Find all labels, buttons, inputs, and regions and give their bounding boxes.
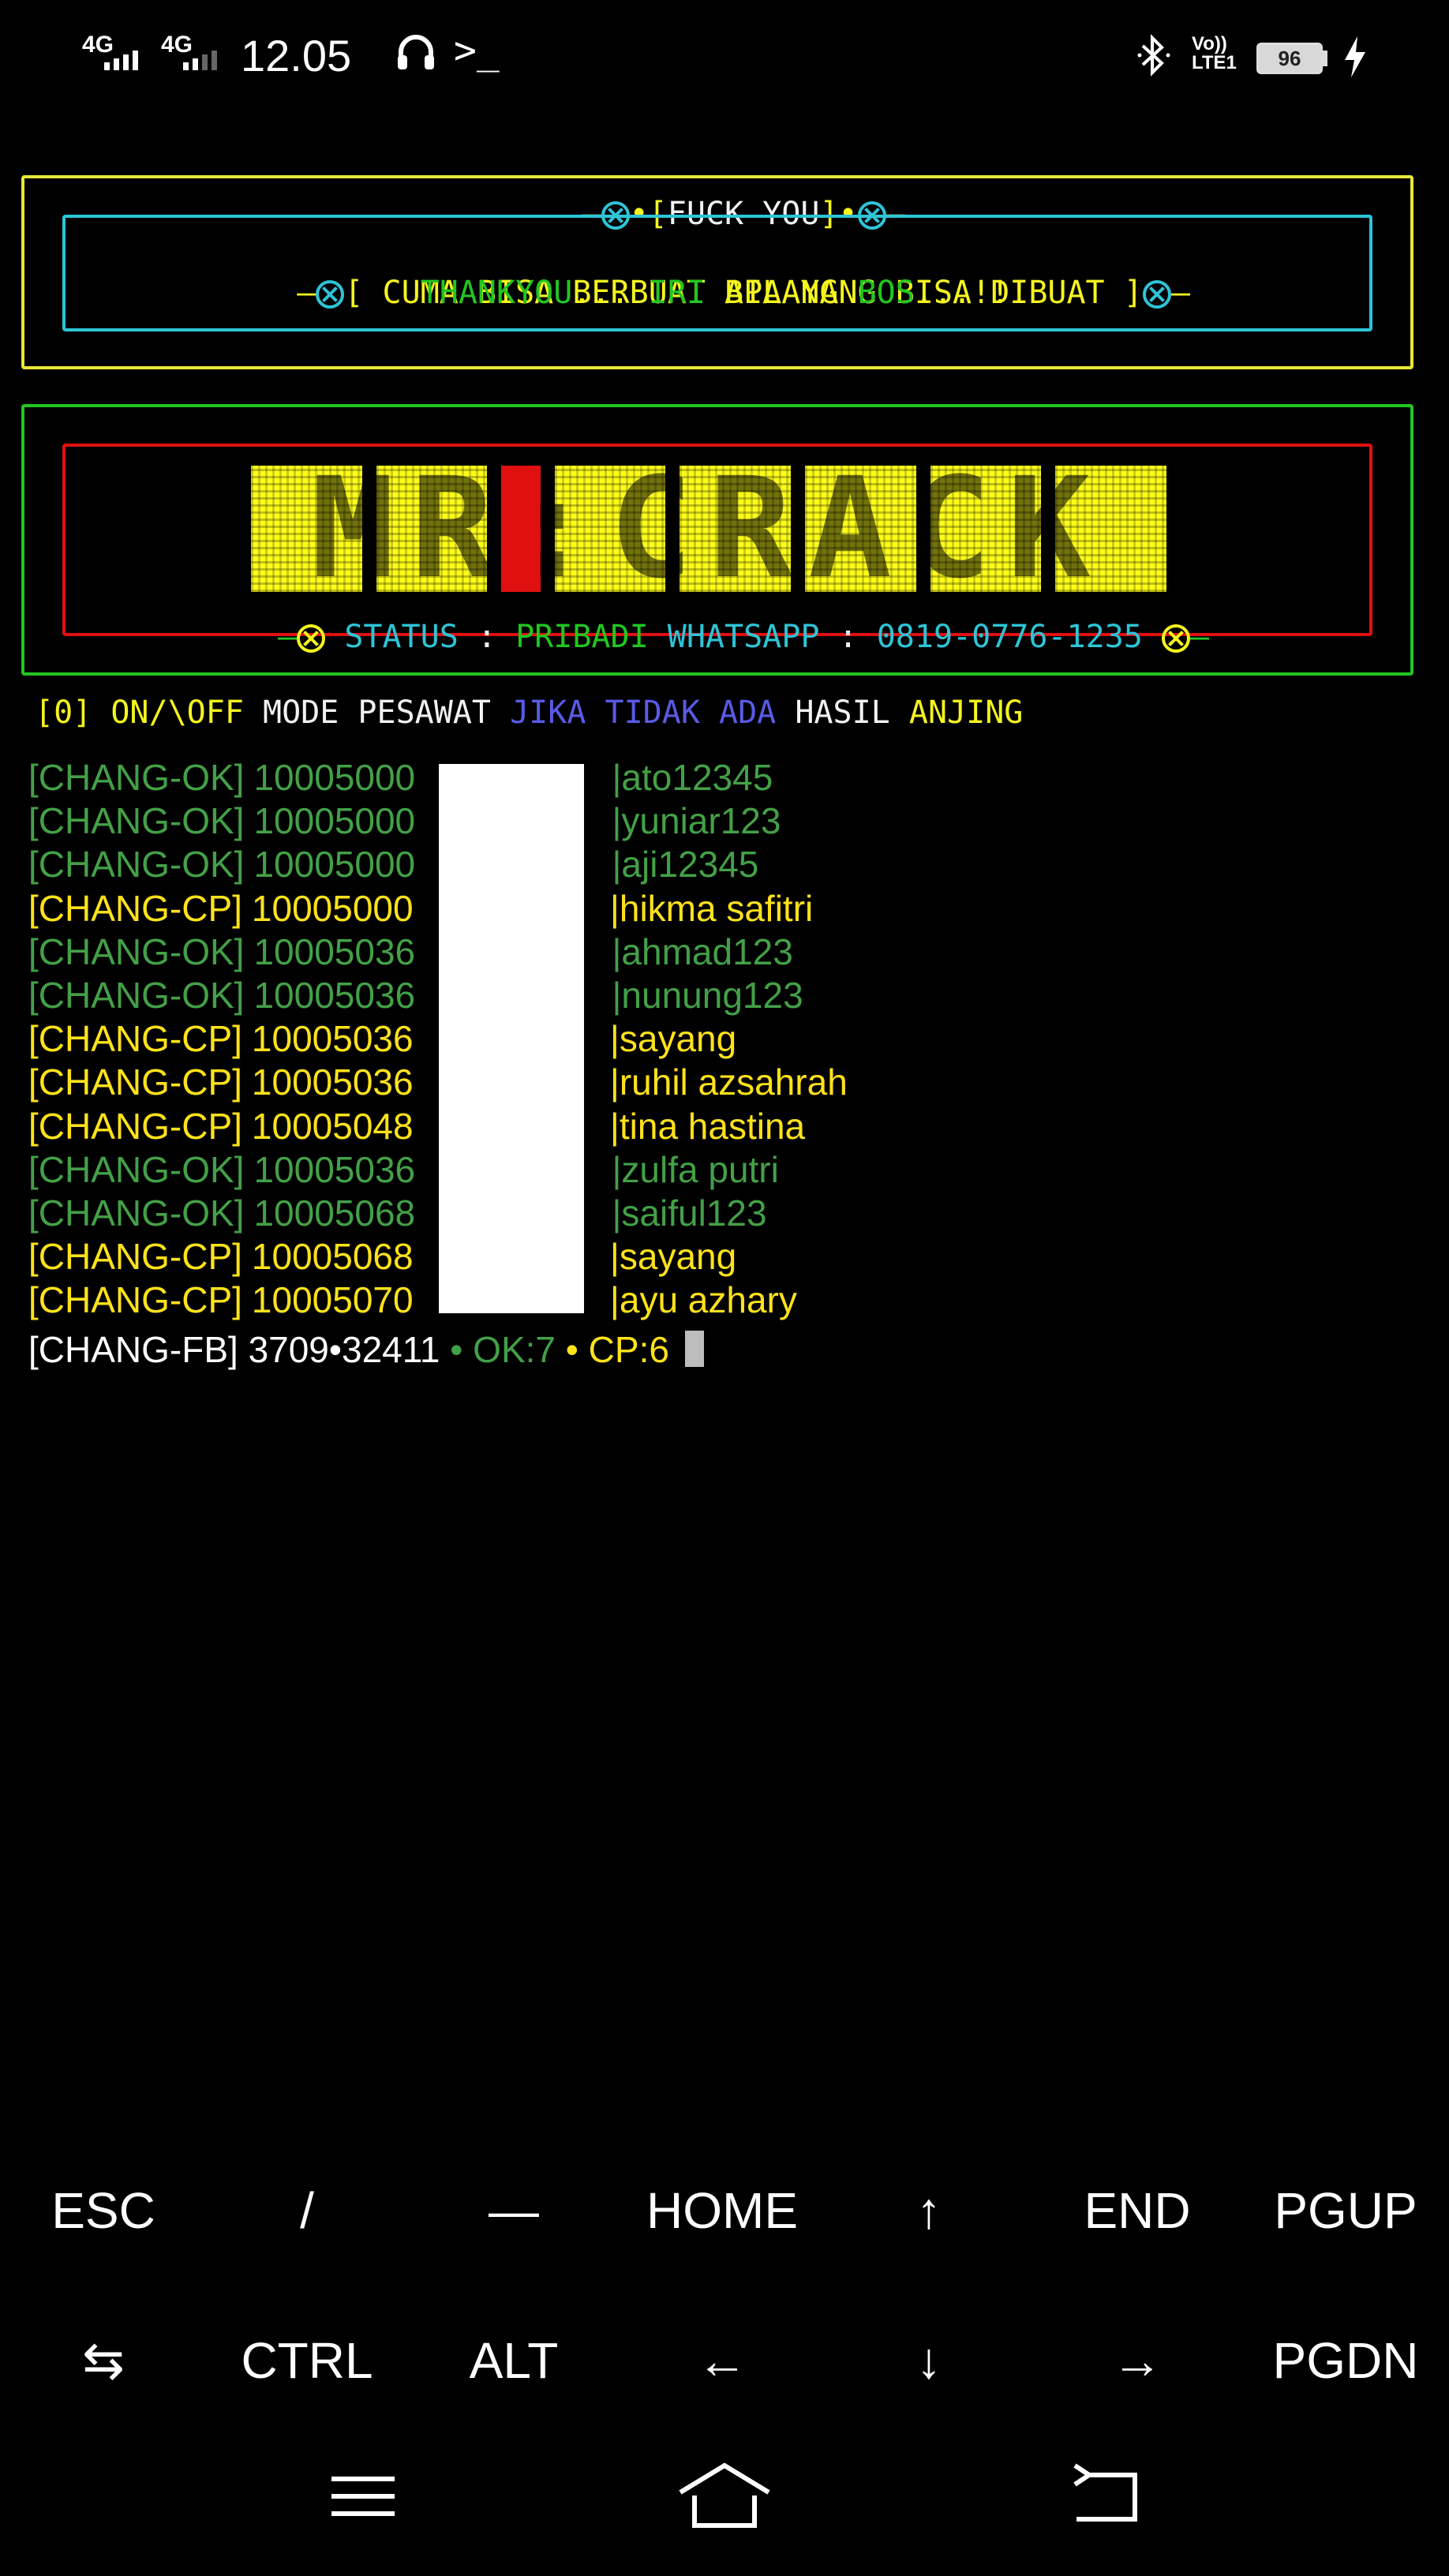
log-row: [CHANG-OK] 10005068 |saiful123 [28,1192,848,1235]
key-down[interactable]: ↓ [826,2331,1032,2390]
key-home[interactable]: HOME [619,2181,826,2240]
log-password: |yuniar123 [612,800,781,842]
log-tag: [CHANG-OK] [28,1192,245,1234]
log-row: [CHANG-OK] 10005000 |yuniar123 [28,799,848,843]
text-cursor [684,1331,704,1368]
logo-text: MR:CRACK [311,447,1106,609]
key-up[interactable]: ↑ [826,2181,1032,2240]
status-line: — STATUS : PRIBADI WHATSAPP : 0819-0776-… [278,619,1210,655]
key-slash[interactable]: / [204,2181,410,2240]
key-alt[interactable]: ALT [410,2331,617,2390]
signal-icon-sim2: 4G [161,32,217,70]
ok-count: • OK:7 [450,1329,556,1371]
log-password: |nunung123 [612,974,803,1016]
headset-icon [398,35,434,69]
log-password: |sayang [609,1018,737,1060]
key-ctrl[interactable]: CTRL [204,2331,410,2390]
close-icon [1161,624,1190,653]
navigation-bar [0,2431,1449,2576]
log-tag: [CHANG-OK] [28,1148,245,1190]
redaction-block [439,764,584,1313]
key-pgdn[interactable]: PGDN [1242,2331,1449,2390]
log-row: [CHANG-OK] 10005000 |ato12345 [28,756,848,799]
progress-line: [CHANG-FB] 3709•32411 • OK:7 • CP:6 [28,1328,848,1372]
back-icon[interactable] [1065,2461,1144,2532]
progress-tag: [CHANG-FB] [28,1329,238,1371]
log-row: [CHANG-OK] 10005036 |zulfa putri [28,1148,848,1192]
log-row: [CHANG-OK] 10005036 |nunung123 [28,974,848,1017]
log-tag: [CHANG-CP] [28,1018,242,1060]
cp-count: • CP:6 [565,1329,669,1371]
log-tag: [CHANG-CP] [28,1061,242,1103]
key-pgup[interactable]: PGUP [1242,2181,1449,2240]
log-tag: [CHANG-OK] [28,800,245,842]
menu-icon[interactable] [324,2461,402,2532]
log-row: [CHANG-CP] 10005036 |ruhil azsahrah [28,1061,848,1104]
key-tab[interactable]: ⇆ [0,2331,207,2391]
log-tag: [CHANG-CP] [28,1105,242,1147]
log-password: |zulfa putri [612,1148,779,1190]
log-password: |hikma safitri [609,887,814,929]
clock: 12.05 [241,31,352,80]
log-tag: [CHANG-OK] [28,974,245,1016]
log-password: |ayu azhary [609,1279,797,1321]
log-tag: [CHANG-OK] [28,757,245,798]
key-dash[interactable]: — [410,2181,617,2240]
menu-line: [0] ON/\OFF MODE PESAWAT JIKA TIDAK ADA … [35,695,1024,731]
log-password: |sayang [609,1236,737,1278]
log-password: |ruhil azsahrah [609,1061,848,1103]
log-password: |ahmad123 [612,930,793,972]
bluetooth-icon [1137,34,1170,77]
progress-count: 3709•32411 [248,1329,440,1371]
terminal-icon: >_ [454,28,500,73]
log-row: [CHANG-CP] 10005068 |sayang [28,1235,848,1279]
log-tag: [CHANG-CP] [28,1279,242,1321]
key-right[interactable]: → [1034,2331,1241,2390]
log-password: |aji12345 [612,844,759,886]
log-password: |tina hastina [609,1105,806,1147]
log-password: |saiful123 [612,1192,767,1234]
key-esc[interactable]: ESC [0,2181,207,2240]
close-icon [297,624,326,653]
log-tag: [CHANG-CP] [28,887,242,929]
signal-icon: 4G [82,32,138,70]
log-row: [CHANG-CP] 10005048 |tina hastina [28,1105,848,1148]
log-row: [CHANG-OK] 10005036 |ahmad123 [28,930,848,974]
battery-icon: 96 [1256,43,1323,74]
status-bar: 4G 4G 12.05 >_ Vo)) LTE1 96 [0,0,1449,118]
log-row: [CHANG-OK] 10005000 |aji12345 [28,843,848,886]
log-row: [CHANG-CP] 10005000 |hikma safitri [28,887,848,930]
charging-icon [1345,36,1365,77]
log-tag: [CHANG-CP] [28,1236,242,1278]
key-left[interactable]: ← [619,2331,826,2390]
log-tag: [CHANG-OK] [28,930,245,972]
home-icon[interactable] [677,2461,772,2532]
key-end[interactable]: END [1034,2181,1241,2240]
battery-cap [1323,51,1327,66]
log-row: [CHANG-CP] 10005036 |sayang [28,1017,848,1061]
banner-line2: THANKYOU... IRI BILANG BOS...!!! [420,275,1029,311]
log-password: |ato12345 [612,757,773,798]
result-log: [CHANG-OK] 10005000 |ato12345 [CHANG-OK] 100… [28,756,848,1372]
log-row: [CHANG-CP] 10005070 |ayu azhary [28,1279,848,1322]
volte-icon: Vo)) LTE1 [1192,33,1237,73]
log-tag: [CHANG-OK] [28,844,245,886]
